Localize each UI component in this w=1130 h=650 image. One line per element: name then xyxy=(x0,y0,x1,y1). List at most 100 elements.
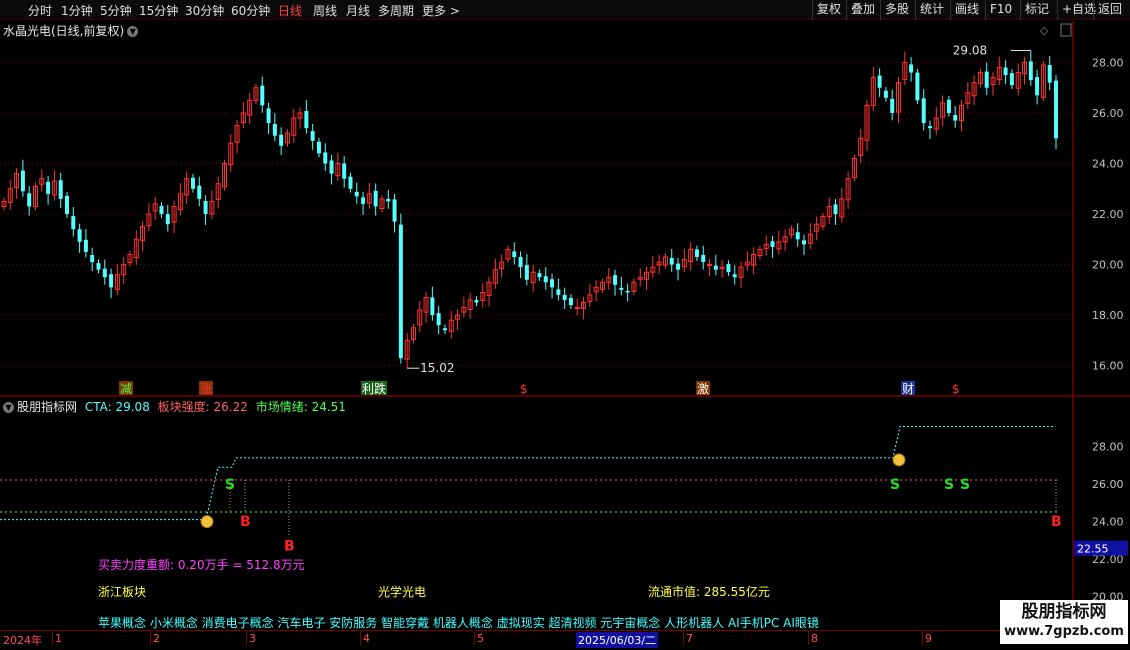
high-label: 29.08 xyxy=(953,44,987,58)
money-bag-icon xyxy=(892,453,906,467)
candle-body xyxy=(537,273,542,278)
trade-strength-info: 买卖力度重额: 0.20万手 = 512.8万元 xyxy=(98,558,305,572)
region-info: 浙江板块 xyxy=(98,585,147,599)
cta-line xyxy=(0,425,1055,521)
timeline-bar[interactable]: 2024年1234567892025/06/03/二 xyxy=(0,630,1000,648)
money-bag-icon xyxy=(200,515,214,529)
candle-body xyxy=(568,297,573,306)
indicator-tick-label: 28.00 xyxy=(1092,441,1124,454)
candle-body xyxy=(1035,77,1040,96)
watermark-box: 股朋指标网 www.7gpzb.com xyxy=(1000,600,1128,644)
candle-body xyxy=(342,163,347,179)
candle-body xyxy=(613,275,618,285)
candle-body xyxy=(915,72,920,101)
sell-signal: S xyxy=(960,477,970,493)
timeline-month: 7 xyxy=(683,632,693,645)
candle-body xyxy=(20,170,25,192)
event-marker: 激 xyxy=(697,382,709,396)
candle-body xyxy=(732,274,737,278)
timeline-month: 9 xyxy=(922,632,932,645)
candle-body xyxy=(512,251,517,258)
candle-body xyxy=(190,177,195,189)
candle-body xyxy=(316,141,321,154)
candle-body xyxy=(203,200,208,215)
candle-body xyxy=(877,75,882,88)
price-tick-label: 24.00 xyxy=(1092,158,1124,171)
candle-body xyxy=(1003,67,1008,76)
candle-body xyxy=(619,287,624,290)
timeline-month: 3 xyxy=(246,632,256,645)
price-tick-label: 28.00 xyxy=(1092,56,1124,69)
candle-body xyxy=(524,265,529,280)
sell-signal: S xyxy=(225,477,235,493)
candle-body xyxy=(562,294,567,300)
candle-body xyxy=(556,289,561,295)
candle-body xyxy=(701,254,706,263)
concepts-info: 苹果概念 小米概念 消费电子概念 汽车电子 安防服务 智能穿戴 机器人概念 虚拟… xyxy=(98,616,819,630)
candle-body xyxy=(90,254,95,263)
indicator-tick-label: 24.00 xyxy=(1092,515,1124,528)
timeline-month: 8 xyxy=(808,632,818,645)
candle-body xyxy=(323,152,328,164)
candle-body xyxy=(518,257,523,268)
timeline-month: 5 xyxy=(474,632,484,645)
candle-body xyxy=(102,268,107,278)
price-tick-label: 20.00 xyxy=(1092,259,1124,272)
candle-body xyxy=(550,279,555,288)
candle-body xyxy=(304,110,309,129)
candle-body xyxy=(27,193,32,207)
buy-signal: B xyxy=(240,514,251,530)
candle-body xyxy=(953,114,958,121)
sell-signal: S xyxy=(890,477,900,493)
candle-body xyxy=(883,90,888,98)
price-tick-label: 26.00 xyxy=(1092,107,1124,120)
candle-body xyxy=(159,205,164,215)
timeline-cursor-date: 2025/06/03/二 xyxy=(576,632,659,648)
timeline-year: 2024年 xyxy=(3,634,42,647)
event-marker: 涨 xyxy=(200,381,212,396)
candle-body xyxy=(474,299,479,303)
candle-body xyxy=(96,263,101,270)
candle-body xyxy=(909,64,914,73)
industry-info: 光学光电 xyxy=(378,585,427,599)
float-cap-info: 流通市值: 285.55亿元 xyxy=(648,585,770,599)
candle-body xyxy=(77,229,82,242)
candle-body xyxy=(833,204,838,215)
timeline-month: 4 xyxy=(360,632,370,645)
candle-body xyxy=(694,249,699,258)
timeline-month: 1 xyxy=(52,632,62,645)
diamond-icon: ◇ xyxy=(1040,24,1049,37)
indicator-tick-label: 26.00 xyxy=(1092,478,1124,491)
candle-body xyxy=(442,328,447,331)
watermark-title: 股朋指标网 xyxy=(1021,602,1107,622)
watermark-url: www.7gpzb.com xyxy=(1004,624,1124,639)
candle-body xyxy=(260,85,265,106)
candle-body xyxy=(310,131,315,141)
candle-body xyxy=(890,98,895,113)
candle-body xyxy=(83,239,88,252)
chart-canvas[interactable]: ◇ 16.00 18.00 20.00 22.00 24.00 26.00 28.00 29.0… xyxy=(0,0,1130,650)
event-marker: 利跌 xyxy=(362,381,386,396)
candle-body xyxy=(58,180,63,199)
candle-body xyxy=(770,241,775,247)
event-marker: $ xyxy=(952,382,960,396)
candle-body xyxy=(574,307,580,310)
event-marker: $ xyxy=(520,382,528,396)
candle-body xyxy=(71,216,76,230)
candle-body xyxy=(984,71,989,88)
price-tick-label: 22.00 xyxy=(1092,208,1124,221)
candle-body xyxy=(436,313,441,326)
candle-body xyxy=(543,276,548,283)
candle-body xyxy=(946,99,951,113)
candle-body xyxy=(726,264,731,273)
candle-body xyxy=(430,297,435,316)
candle-body xyxy=(373,190,378,207)
candle-body xyxy=(398,224,403,359)
buy-signal: B xyxy=(284,538,295,554)
candle-body xyxy=(46,181,51,194)
candle-body xyxy=(921,98,926,124)
candle-body xyxy=(64,195,69,215)
candle-body xyxy=(1009,73,1014,86)
panel-toggle-icon xyxy=(1060,23,1072,37)
price-tick-label: 18.00 xyxy=(1092,309,1124,322)
